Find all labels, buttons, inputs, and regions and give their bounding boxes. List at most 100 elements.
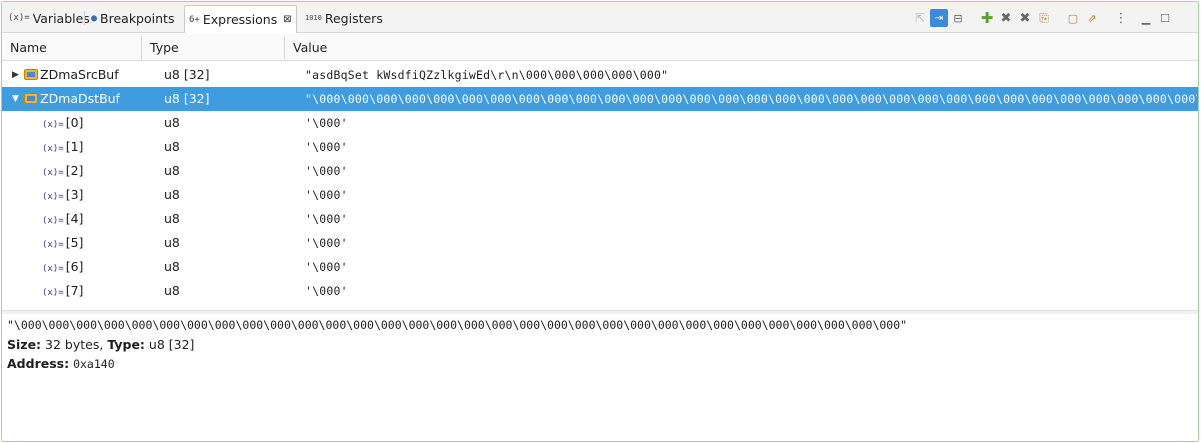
row-type: u8 <box>164 163 180 178</box>
tab-label: Expressions <box>202 12 278 27</box>
row-name-cell: (x)= [7] <box>42 279 83 303</box>
row-value: "\000\000\000\000\000\000\000\000\000\00… <box>305 92 1197 106</box>
tab-registers[interactable]: 1010 Registers <box>301 6 387 30</box>
tree-row-element[interactable]: (x)= [6] u8 '\000' <box>2 255 1198 279</box>
row-name: [2] <box>65 163 84 178</box>
row-name: ZDmaSrcBuf <box>40 67 119 82</box>
tree-row-element[interactable]: (x)= [5] u8 '\000' <box>2 231 1198 255</box>
row-name-cell: (x)= [2] <box>42 159 83 183</box>
variables-icon: (x)= <box>8 13 30 23</box>
array-variable-icon <box>24 93 38 104</box>
tab-expressions[interactable]: 6+ Expressions ⊠ <box>184 5 297 33</box>
show-type-icon[interactable]: ⇥ <box>930 9 948 27</box>
row-name: [3] <box>65 187 84 202</box>
row-value: '\000' <box>305 140 348 154</box>
tree-row-element[interactable]: (x)= [4] u8 '\000' <box>2 207 1198 231</box>
address-value: 0xa140 <box>73 357 115 371</box>
detail-value: "\000\000\000\000\000\000\000\000\000\00… <box>7 318 908 332</box>
row-value: "asdBqSet kWsdfiQZzlkgiwEd\r\n\000\000\0… <box>305 68 669 82</box>
row-value: '\000' <box>305 260 348 274</box>
row-name: [7] <box>65 283 84 298</box>
tree-row-zdmasrcbuf[interactable]: ▶ ZDmaSrcBuf u8 [32] "asdBqSet kWsdfiQZz… <box>2 63 1198 87</box>
registers-icon: 1010 <box>305 14 322 22</box>
variable-icon: (x)= <box>42 168 64 178</box>
expressions-tree[interactable]: ▶ ZDmaSrcBuf u8 [32] "asdBqSet kWsdfiQZz… <box>2 62 1198 310</box>
address-label: Address: <box>7 356 70 371</box>
tree-row-element[interactable]: (x)= [2] u8 '\000' <box>2 159 1198 183</box>
row-type: u8 [32] <box>164 67 210 82</box>
row-name-cell: (x)= [6] <box>42 255 83 279</box>
tree-row-zdmadstbuf[interactable]: ▼ ZDmaDstBuf u8 [32] "\000\000\000\000\0… <box>2 87 1198 111</box>
collapse-arrow-icon[interactable]: ▼ <box>12 87 19 111</box>
detail-size-line: Size: 32 bytes, Type: u8 [32] <box>7 335 1193 354</box>
row-value: '\000' <box>305 188 348 202</box>
tab-divider <box>84 11 85 25</box>
row-name-cell: (x)= [5] <box>42 231 83 255</box>
export-icon[interactable]: ⇗ <box>1083 9 1101 27</box>
view-toolbar: ⇱ ⇥ ⊟ ✚ ✖ ✖ ⎘ ▢ ⇗ ⋮ ▁ ☐ <box>910 8 1174 28</box>
column-header-value[interactable]: Value <box>285 34 327 61</box>
row-type: u8 <box>164 115 180 130</box>
close-icon[interactable]: ⊠ <box>283 14 291 25</box>
tree-row-element[interactable]: (x)= [7] u8 '\000' <box>2 279 1198 303</box>
variable-icon: (x)= <box>42 240 64 250</box>
tree-row-element[interactable]: (x)= [1] u8 '\000' <box>2 135 1198 159</box>
expressions-view: (x)= Variables ● Breakpoints 6+ Expressi… <box>1 1 1199 442</box>
size-label: Size: <box>7 337 42 352</box>
variable-icon: (x)= <box>42 192 64 202</box>
row-type: u8 <box>164 235 180 250</box>
row-type: u8 <box>164 259 180 274</box>
type-label: Type: <box>107 337 145 352</box>
collapse-all-icon[interactable]: ⇱ <box>911 9 929 27</box>
type-value: u8 [32] <box>148 337 195 352</box>
row-type: u8 <box>164 283 180 298</box>
row-value: '\000' <box>305 284 348 298</box>
new-icon[interactable]: ▢ <box>1064 9 1082 27</box>
tab-label: Registers <box>324 10 383 26</box>
add-expression-icon[interactable]: ✚ <box>978 9 996 27</box>
expressions-icon: 6+ <box>189 14 200 25</box>
view-menu-icon[interactable]: ⋮ <box>1112 9 1130 27</box>
remove-all-icon[interactable]: ✖ <box>1016 9 1034 27</box>
paste-icon[interactable]: ⎘ <box>1035 9 1053 27</box>
row-name: ZDmaDstBuf <box>40 91 120 106</box>
detail-address-line: Address: 0xa140 <box>7 354 1193 374</box>
variable-icon: (x)= <box>42 144 64 154</box>
variable-icon: (x)= <box>42 120 64 130</box>
tab-variables[interactable]: (x)= Variables <box>4 6 94 30</box>
row-type: u8 <box>164 211 180 226</box>
row-name-cell: (x)= [4] <box>42 207 83 231</box>
row-name: [4] <box>65 211 84 226</box>
minimize-icon[interactable]: ▁ <box>1137 9 1155 27</box>
tree-row-element[interactable]: (x)= [3] u8 '\000' <box>2 183 1198 207</box>
detail-pane[interactable]: "\000\000\000\000\000\000\000\000\000\00… <box>2 314 1198 376</box>
variable-icon: (x)= <box>42 264 64 274</box>
row-type: u8 [32] <box>164 91 210 106</box>
row-name-cell: (x)= [3] <box>42 183 83 207</box>
tree-row-element[interactable]: (x)= [0] u8 '\000' <box>2 111 1198 135</box>
row-type: u8 <box>164 139 180 154</box>
row-name-cell: ZDmaSrcBuf <box>24 63 119 87</box>
row-value: '\000' <box>305 212 348 226</box>
variable-icon: (x)= <box>42 216 64 226</box>
column-header-name[interactable]: Name <box>2 34 47 61</box>
row-type: u8 <box>164 187 180 202</box>
expand-arrow-icon[interactable]: ▶ <box>12 63 19 87</box>
row-value: '\000' <box>305 116 348 130</box>
variable-icon: (x)= <box>42 288 64 298</box>
tab-breakpoints[interactable]: ● Breakpoints <box>87 6 178 30</box>
row-name: [5] <box>65 235 84 250</box>
layout-icon[interactable]: ⊟ <box>949 9 967 27</box>
size-value: 32 bytes, <box>45 337 104 352</box>
maximize-icon[interactable]: ☐ <box>1156 9 1174 27</box>
row-value: '\000' <box>305 164 348 178</box>
column-header-type[interactable]: Type <box>142 34 179 61</box>
row-name-cell: ZDmaDstBuf <box>24 87 120 111</box>
row-value: '\000' <box>305 236 348 250</box>
tab-label: Breakpoints <box>100 10 175 26</box>
remove-icon[interactable]: ✖ <box>997 9 1015 27</box>
breakpoints-icon: ● <box>91 12 98 24</box>
row-name-cell: (x)= [1] <box>42 135 83 159</box>
row-name-cell: (x)= [0] <box>42 111 83 135</box>
row-name: [0] <box>65 115 84 130</box>
